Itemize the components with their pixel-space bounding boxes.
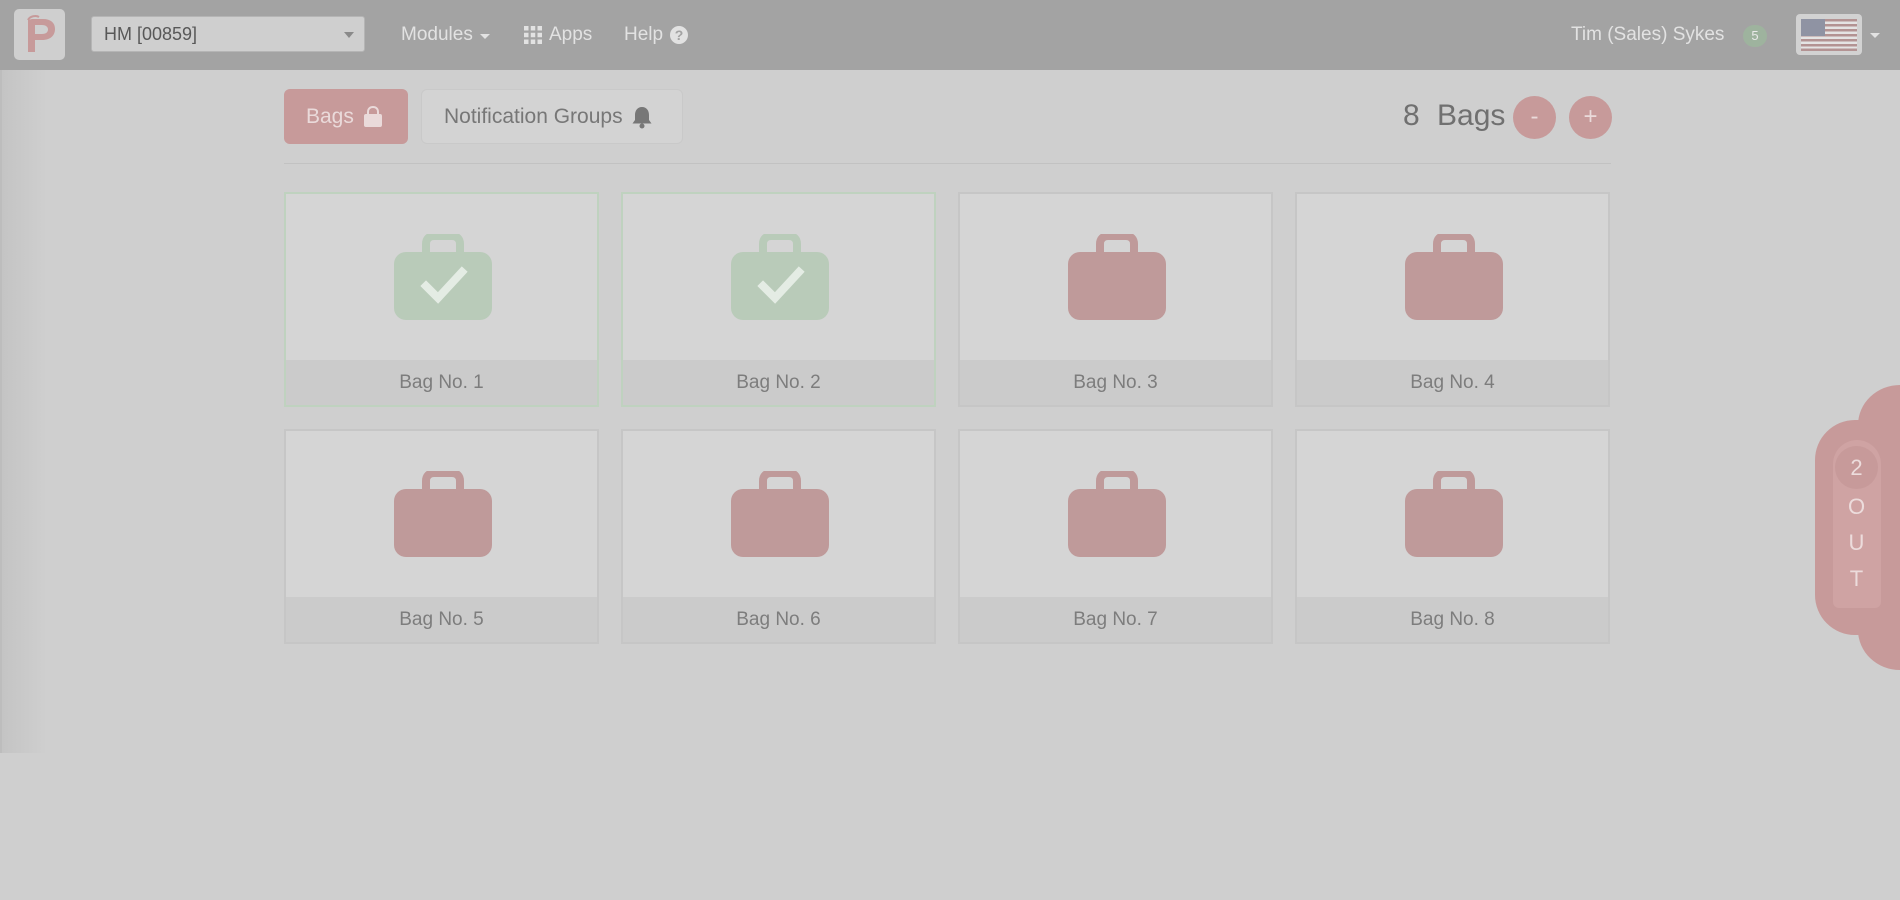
user-name[interactable]: Tim (Sales) Sykes [1571,0,1724,70]
site-select-value: HM [00859] [104,24,198,44]
decrement-bags-button[interactable]: - [1513,96,1556,139]
nav-modules[interactable]: Modules [401,0,490,70]
bag-card-label: Bag No. 1 [286,360,597,405]
bag-card[interactable]: Bag No. 7 [958,429,1273,644]
page-bottom-area [0,753,1900,900]
us-flag-icon [1801,18,1857,51]
bag-card-label: Bag No. 6 [623,597,934,642]
out-letter-t: T [1849,566,1864,591]
tab-notification-groups[interactable]: Notification Groups [421,89,683,144]
section-divider [284,163,1611,164]
nav-apps[interactable]: Apps [524,0,592,70]
nav-help[interactable]: Help ? [624,0,689,70]
nav-modules-label: Modules [401,24,473,45]
out-letter-u: U [1848,530,1865,555]
briefcase-check-icon [731,232,829,320]
tab-notification-groups-label: Notification Groups [444,104,623,128]
out-letter-o: O [1847,494,1866,519]
bag-card-label: Bag No. 5 [286,597,597,642]
logo-icon [26,14,55,52]
shopping-bag-icon [363,105,382,127]
bag-card-label: Bag No. 4 [1297,360,1608,405]
bag-card-label: Bag No. 7 [960,597,1271,642]
chevron-down-icon [344,32,354,38]
bag-count-label: Bags [1437,99,1506,132]
bag-card-label: Bag No. 3 [960,360,1271,405]
bag-card[interactable]: Bag No. 6 [621,429,936,644]
user-notification-badge[interactable]: 5 [1743,25,1767,47]
top-navbar: HM [00859] Modules Apps Help ? Tim (Sale… [0,0,1900,70]
bag-card-label: Bag No. 8 [1297,597,1608,642]
grid-icon [524,26,542,44]
briefcase-check-icon [394,232,492,320]
question-circle-icon: ? [670,26,689,44]
bag-count-number: 8 [1403,99,1420,132]
bag-card[interactable]: Bag No. 4 [1295,192,1610,407]
briefcase-icon [1068,232,1166,320]
bag-card[interactable]: Bag No. 3 [958,192,1273,407]
briefcase-icon [1405,469,1503,557]
bag-card[interactable]: Bag No. 5 [284,429,599,644]
nav-help-label: Help [624,24,664,45]
page-body [0,70,1898,753]
caret-down-icon [479,34,490,39]
page-edge-shadow [2,70,47,753]
bag-card[interactable]: Bag No. 2 [621,192,936,407]
tab-bags-label: Bags [306,104,354,128]
caret-down-icon[interactable] [1870,33,1880,38]
language-flag-button[interactable] [1796,14,1862,55]
app-root: HM [00859] Modules Apps Help ? Tim (Sale… [0,0,1900,900]
bell-icon [632,106,652,128]
nav-apps-label: Apps [549,24,593,45]
bag-card[interactable]: Bag No. 8 [1295,429,1610,644]
out-count-badge[interactable]: 2 [1835,446,1878,489]
bag-card[interactable]: Bag No. 1 [284,192,599,407]
bag-card-label: Bag No. 2 [623,360,934,405]
briefcase-icon [1405,232,1503,320]
tab-bags[interactable]: Bags [284,89,408,144]
briefcase-icon [394,469,492,557]
app-logo[interactable] [14,9,65,60]
increment-bags-button[interactable]: + [1569,96,1612,139]
briefcase-icon [1068,469,1166,557]
briefcase-icon [731,469,829,557]
site-select[interactable]: HM [00859] [91,16,365,52]
